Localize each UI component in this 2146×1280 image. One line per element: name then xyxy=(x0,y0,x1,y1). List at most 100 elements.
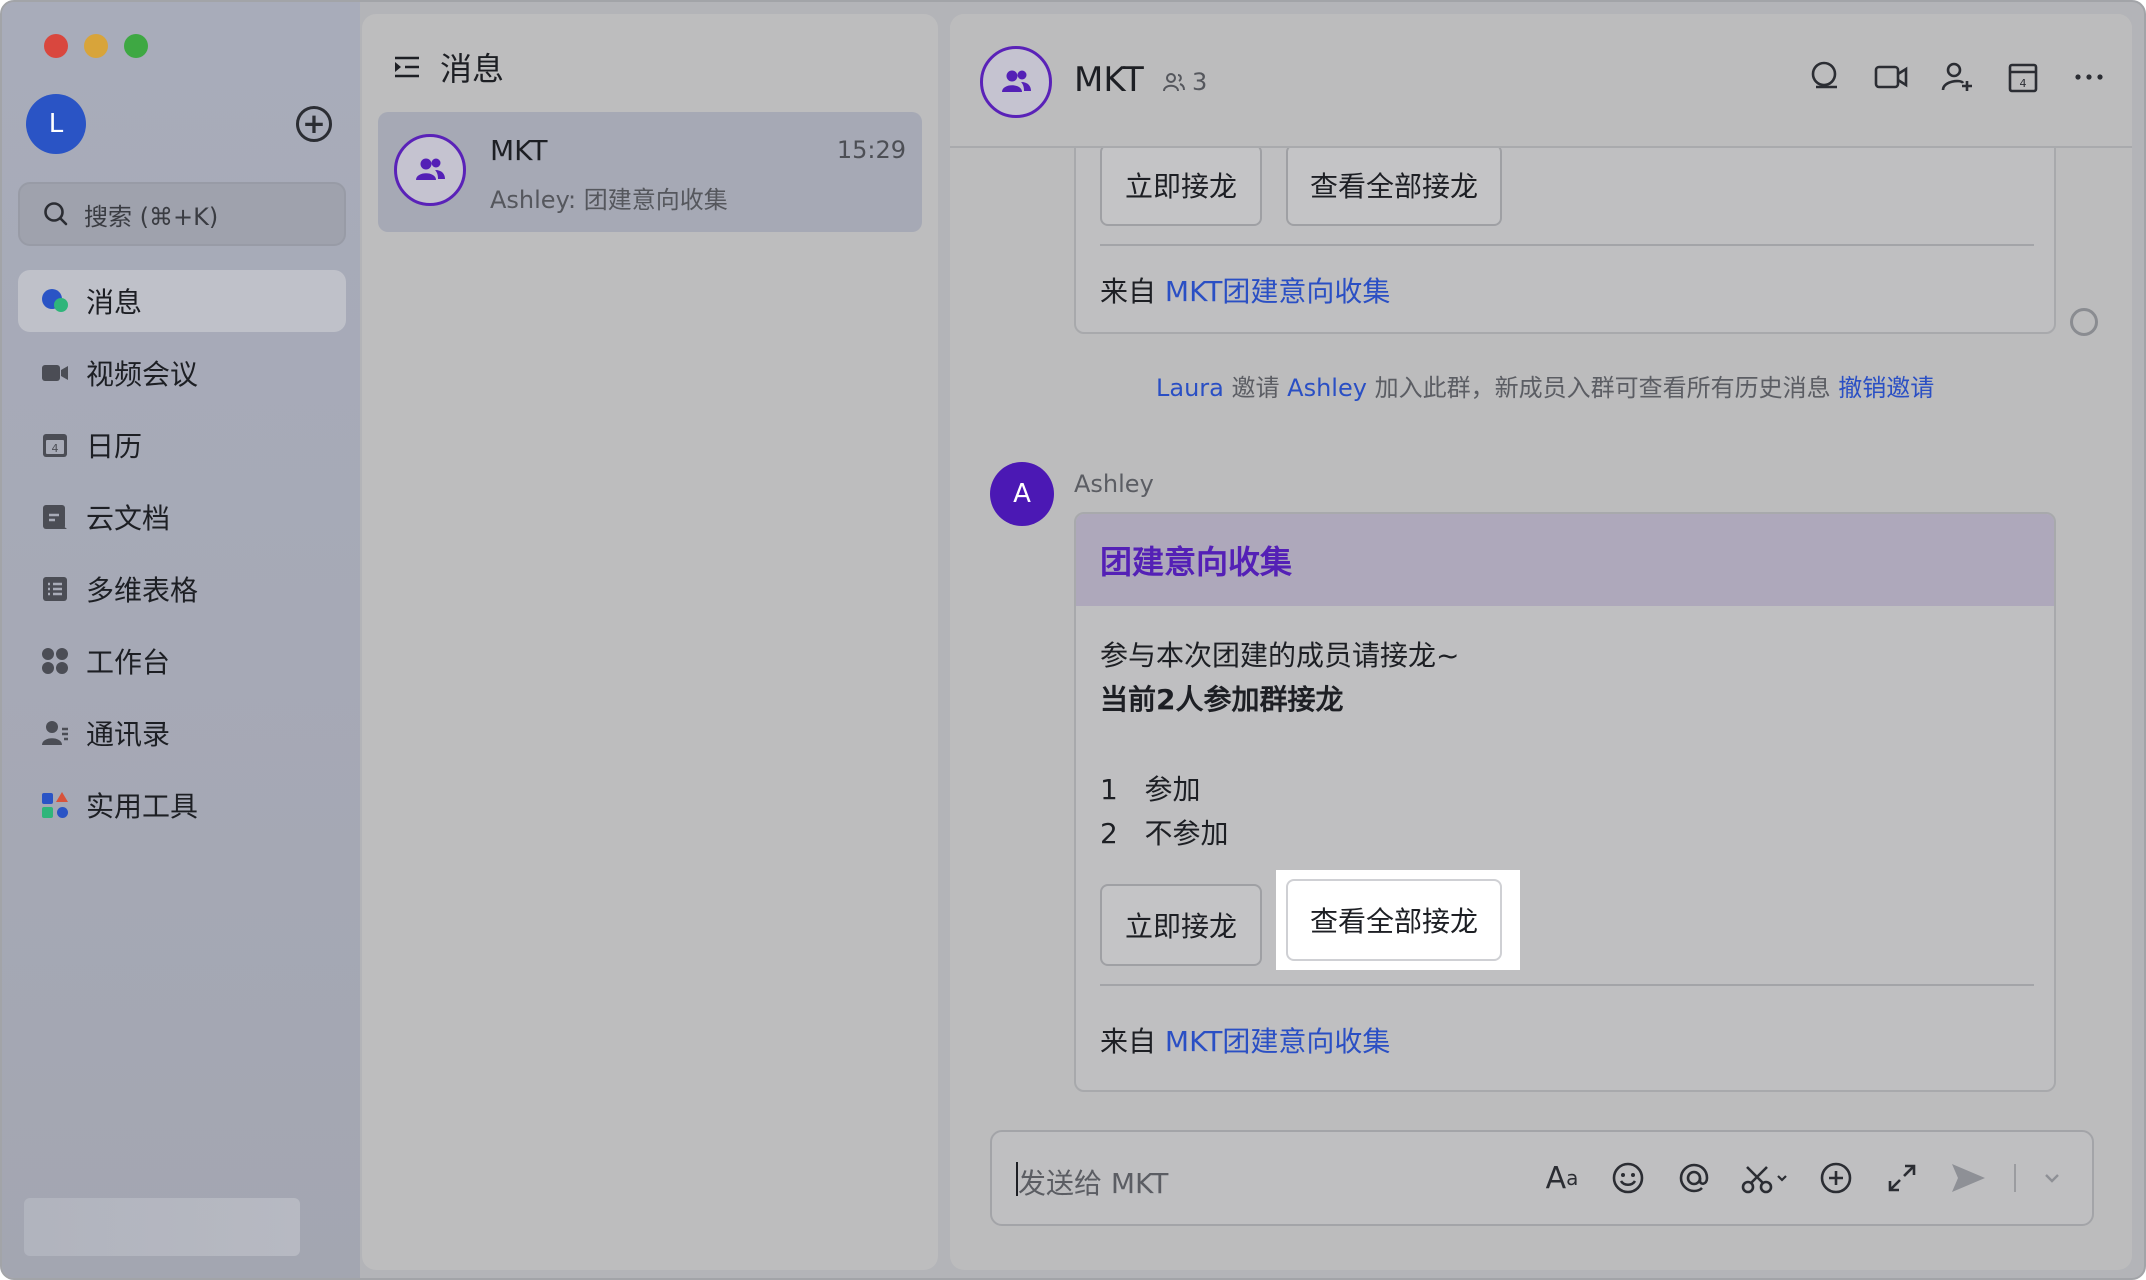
source-prefix: 来自 xyxy=(1100,1025,1157,1058)
card-participant-count: 当前2人参加群接龙 xyxy=(1100,683,1344,716)
send-options-chevron-icon[interactable] xyxy=(2042,1158,2062,1198)
sidebar-item-label: 多维表格 xyxy=(86,574,199,607)
video-call-icon[interactable] xyxy=(1872,58,1910,96)
member-count[interactable]: 3 xyxy=(1162,68,1207,96)
card-title: 团建意向收集 xyxy=(1076,514,2054,606)
close-window-button[interactable] xyxy=(44,34,68,58)
chat-list-title: 消息 xyxy=(440,50,505,88)
card-source: 来自 MKT团建意向收集 xyxy=(1100,1020,1390,1060)
expand-input-icon[interactable] xyxy=(1882,1158,1922,1198)
send-divider xyxy=(2014,1164,2016,1192)
sidebar-item-label: 日历 xyxy=(86,430,143,463)
minimize-window-button[interactable] xyxy=(84,34,108,58)
system-text: 加入此群，新成员入群可查看所有历史消息 xyxy=(1374,374,1831,402)
sidebar: L + 搜索 (⌘+K) 消息 视频会议 4 日历 云文档 多维表格 工作台 通… xyxy=(2,2,360,1278)
invitee-name[interactable]: Ashley xyxy=(1287,374,1367,402)
table-icon xyxy=(40,574,70,604)
add-member-icon[interactable] xyxy=(1938,58,1976,96)
search-placeholder: 搜索 (⌘+K) xyxy=(84,202,219,231)
sidebar-item-video-meeting[interactable]: 视频会议 xyxy=(18,342,346,404)
input-toolbar: Aa xyxy=(1542,1158,2062,1198)
user-avatar[interactable]: L xyxy=(26,94,86,154)
workspace-grid-icon xyxy=(40,646,70,676)
revoke-invite-link[interactable]: 撤销邀请 xyxy=(1838,374,1934,402)
chat-list-item[interactable]: MKT 15:29 Ashley: 团建意向收集 xyxy=(378,112,922,232)
join-chain-button[interactable]: 立即接龙 xyxy=(1100,144,1262,226)
view-all-chain-button[interactable]: 查看全部接龙 xyxy=(1286,144,1502,226)
calendar-icon[interactable]: 4 xyxy=(2004,58,2042,96)
chat-name: MKT xyxy=(490,134,548,167)
add-icon[interactable]: + xyxy=(296,106,332,142)
group-avatar xyxy=(394,134,466,206)
sidebar-item-bitable[interactable]: 多维表格 xyxy=(18,558,346,620)
search-icon xyxy=(44,202,68,226)
chain-option: 2 不参加 xyxy=(1100,812,1229,852)
video-camera-icon xyxy=(40,358,70,388)
screenshot-scissors-icon[interactable] xyxy=(1740,1158,1790,1198)
send-icon[interactable] xyxy=(1948,1158,1988,1198)
inviter-name[interactable]: Laura xyxy=(1156,374,1224,402)
read-status-icon xyxy=(2070,308,2098,336)
option-number: 2 xyxy=(1100,817,1118,850)
text-format-icon[interactable]: Aa xyxy=(1542,1158,1582,1198)
option-text: 不参加 xyxy=(1144,817,1229,850)
member-count-value: 3 xyxy=(1192,68,1208,96)
chat-bubble-icon xyxy=(40,286,70,316)
calendar-icon: 4 xyxy=(40,430,70,460)
cloud-doc-icon xyxy=(40,502,70,532)
sidebar-item-contacts[interactable]: 通讯录 xyxy=(18,702,346,764)
collapse-list-icon[interactable] xyxy=(392,52,422,82)
join-chain-button[interactable]: 立即接龙 xyxy=(1100,884,1262,966)
card-source: 来自 MKT团建意向收集 xyxy=(1100,270,1390,310)
sidebar-item-workplace[interactable]: 工作台 xyxy=(18,630,346,692)
group-icon xyxy=(1002,70,1031,92)
source-prefix: 来自 xyxy=(1100,275,1157,308)
search-chat-icon[interactable] xyxy=(1806,58,1844,96)
conversation-title: MKT xyxy=(1074,60,1144,100)
source-link[interactable]: MKT团建意向收集 xyxy=(1165,1025,1390,1058)
sidebar-nav: 消息 视频会议 4 日历 云文档 多维表格 工作台 通讯录 实用工具 xyxy=(18,270,346,846)
sidebar-item-label: 实用工具 xyxy=(86,790,199,823)
message-input[interactable]: 发送给 MKT Aa xyxy=(990,1130,2094,1226)
header-toolbar: 4 xyxy=(1806,58,2108,96)
sidebar-item-messages[interactable]: 消息 xyxy=(18,270,346,332)
mention-icon[interactable] xyxy=(1674,1158,1714,1198)
group-icon xyxy=(416,158,445,180)
sidebar-item-label: 通讯录 xyxy=(86,718,171,751)
sender-avatar[interactable]: A xyxy=(990,462,1054,526)
conversation-header: MKT 3 4 xyxy=(950,14,2132,148)
sidebar-item-tools[interactable]: 实用工具 xyxy=(18,774,346,836)
svg-text:4: 4 xyxy=(52,442,59,455)
more-options-icon[interactable] xyxy=(2070,58,2108,96)
maximize-window-button[interactable] xyxy=(124,34,148,58)
app-window: L + 搜索 (⌘+K) 消息 视频会议 4 日历 云文档 多维表格 工作台 通… xyxy=(0,0,2146,1280)
members-icon xyxy=(1163,73,1185,92)
sidebar-item-calendar[interactable]: 4 日历 xyxy=(18,414,346,476)
system-verb: 邀请 xyxy=(1231,374,1280,402)
source-link[interactable]: MKT团建意向收集 xyxy=(1165,275,1390,308)
option-number: 1 xyxy=(1100,773,1118,806)
group-avatar[interactable] xyxy=(980,46,1052,118)
message-area[interactable]: 立即接龙 查看全部接龙 来自 MKT团建意向收集 Laura 邀请 Ashley… xyxy=(950,14,2132,1270)
sidebar-item-cloud-docs[interactable]: 云文档 xyxy=(18,486,346,548)
sidebar-item-label: 工作台 xyxy=(86,646,171,679)
blurred-status-area xyxy=(24,1198,300,1256)
chat-list-panel: 消息 MKT 15:29 Ashley: 团建意向收集 xyxy=(362,14,938,1270)
option-text: 参加 xyxy=(1144,773,1201,806)
sidebar-item-label: 消息 xyxy=(86,286,143,319)
chat-list-header: 消息 xyxy=(392,44,504,90)
search-input[interactable]: 搜索 (⌘+K) xyxy=(18,182,346,246)
chain-message-card: 团建意向收集 参与本次团建的成员请接龙~ 当前2人参加群接龙 1 参加 2 不参… xyxy=(1074,512,2056,1092)
svg-text:4: 4 xyxy=(2020,77,2027,90)
card-description: 参与本次团建的成员请接龙~ xyxy=(1100,639,1460,672)
sender-name: Ashley xyxy=(1074,470,1154,498)
input-placeholder: 发送给 MKT xyxy=(1018,1167,1169,1200)
contacts-icon xyxy=(40,718,70,748)
add-attachment-icon[interactable] xyxy=(1816,1158,1856,1198)
chain-option: 1 参加 xyxy=(1100,768,1201,808)
emoji-icon[interactable] xyxy=(1608,1158,1648,1198)
system-message: Laura 邀请 Ashley 加入此群，新成员入群可查看所有历史消息 撤销邀请 xyxy=(1156,368,1934,403)
conversation-panel: 立即接龙 查看全部接龙 来自 MKT团建意向收集 Laura 邀请 Ashley… xyxy=(950,14,2132,1270)
view-all-chain-button[interactable]: 查看全部接龙 xyxy=(1286,879,1502,961)
card-divider xyxy=(1100,244,2034,246)
